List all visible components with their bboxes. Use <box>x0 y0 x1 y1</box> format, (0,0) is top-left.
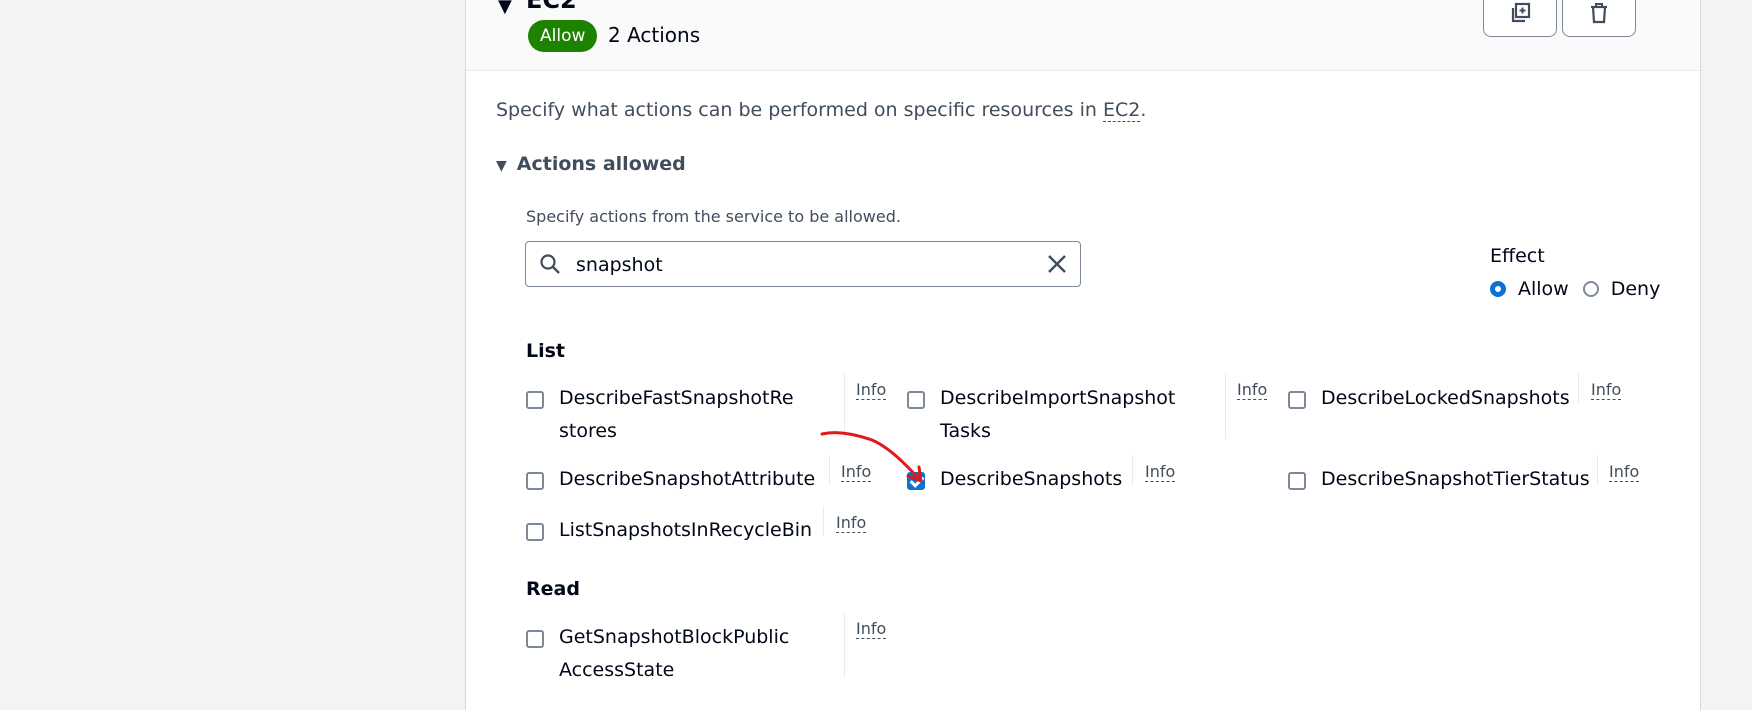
ec2-permissions-panel: ▼ EC2 Allow 2 Actions Specify what actio… <box>465 0 1701 710</box>
group-title-list: List <box>526 340 566 362</box>
service-name: EC2 <box>526 0 577 14</box>
action-checkbox-describesnapshotattribute[interactable]: DescribeSnapshotAttribute <box>526 468 815 496</box>
effect-radio-group: Allow Deny <box>1490 278 1660 300</box>
search-icon <box>540 254 560 274</box>
effect-allow-radio[interactable] <box>1490 281 1506 297</box>
effect-badge: Allow <box>528 20 598 52</box>
expand-caret-icon: ▼ <box>496 158 507 174</box>
action-checkbox-describelockedsnapshots[interactable]: DescribeLockedSnapshots <box>1288 387 1570 415</box>
action-checkbox-describeimportsnapshottasks[interactable]: DescribeImportSnapshotTasks <box>907 387 1182 448</box>
checkbox[interactable] <box>526 391 544 409</box>
checkbox[interactable] <box>1288 472 1306 490</box>
divider <box>1578 373 1579 403</box>
action-checkbox-describesnapshottierstatus[interactable]: DescribeSnapshotTierStatus <box>1288 468 1590 496</box>
action-name: DescribeImportSnapshotTasks <box>940 387 1176 442</box>
annotation-arrow-icon <box>820 431 923 483</box>
duplicate-button[interactable] <box>1483 0 1557 37</box>
info-link[interactable]: Info <box>856 381 887 400</box>
checkbox[interactable] <box>526 472 544 490</box>
action-name: GetSnapshotBlockPublicAccessState <box>559 626 790 681</box>
divider <box>1225 373 1226 439</box>
action-search-box <box>525 241 1081 287</box>
effect-deny-radio[interactable] <box>1582 281 1599 297</box>
actions-count: 2 Actions <box>608 23 701 47</box>
service-abbr: EC2 <box>1102 99 1141 122</box>
checkbox[interactable] <box>526 630 544 648</box>
divider <box>844 612 845 678</box>
effect-label: Effect <box>1490 245 1545 267</box>
info-link[interactable]: Info <box>856 620 887 639</box>
info-link[interactable]: Info <box>1237 381 1268 400</box>
description-text: Specify what actions can be performed on… <box>496 99 1103 121</box>
divider <box>823 506 824 536</box>
trash-icon <box>1591 3 1607 24</box>
info-link[interactable]: Info <box>836 514 867 533</box>
action-name: DescribeSnapshotAttribute <box>559 468 816 490</box>
service-header: ▼ EC2 Allow 2 Actions <box>466 0 1700 71</box>
service-description: Specify what actions can be performed on… <box>496 99 1147 122</box>
checkbox[interactable] <box>1288 391 1306 409</box>
actions-allowed-title: Actions allowed <box>516 153 686 175</box>
action-name: DescribeSnapshotTierStatus <box>1321 468 1590 490</box>
action-name: DescribeSnapshots <box>940 468 1123 490</box>
action-checkbox-listsnapshotsinrecyclebin[interactable]: ListSnapshotsInRecycleBin <box>526 519 812 547</box>
action-search-input[interactable] <box>574 250 1018 280</box>
divider <box>1132 455 1133 485</box>
duplicate-icon <box>1511 2 1531 23</box>
action-checkbox-describesnapshots[interactable]: DescribeSnapshots <box>907 468 1122 496</box>
info-link[interactable]: Info <box>1591 381 1622 400</box>
group-title-read: Read <box>526 578 580 600</box>
checkbox[interactable] <box>526 523 544 541</box>
action-checkbox-getsnapshotblockpublicaccessstate[interactable]: GetSnapshotBlockPublicAccessState <box>526 626 801 687</box>
action-name: ListSnapshotsInRecycleBin <box>559 519 813 541</box>
actions-allowed-toggle[interactable]: ▼ Actions allowed <box>496 153 686 175</box>
action-checkbox-describefastsnapshotrestores[interactable]: DescribeFastSnapshotRestores <box>526 387 796 448</box>
delete-button[interactable] <box>1562 0 1636 37</box>
divider <box>1597 455 1598 485</box>
effect-deny-label[interactable]: Deny <box>1611 278 1661 300</box>
collapse-caret-icon[interactable]: ▼ <box>498 0 512 17</box>
info-link[interactable]: Info <box>1145 463 1176 482</box>
description-period: . <box>1140 99 1147 121</box>
checkbox[interactable] <box>907 391 925 409</box>
effect-allow-label[interactable]: Allow <box>1518 278 1569 300</box>
actions-hint: Specify actions from the service to be a… <box>526 207 901 226</box>
action-name: DescribeFastSnapshotRestores <box>559 387 794 442</box>
clear-icon[interactable] <box>1046 253 1068 275</box>
info-link[interactable]: Info <box>1609 463 1640 482</box>
action-name: DescribeLockedSnapshots <box>1321 387 1570 409</box>
